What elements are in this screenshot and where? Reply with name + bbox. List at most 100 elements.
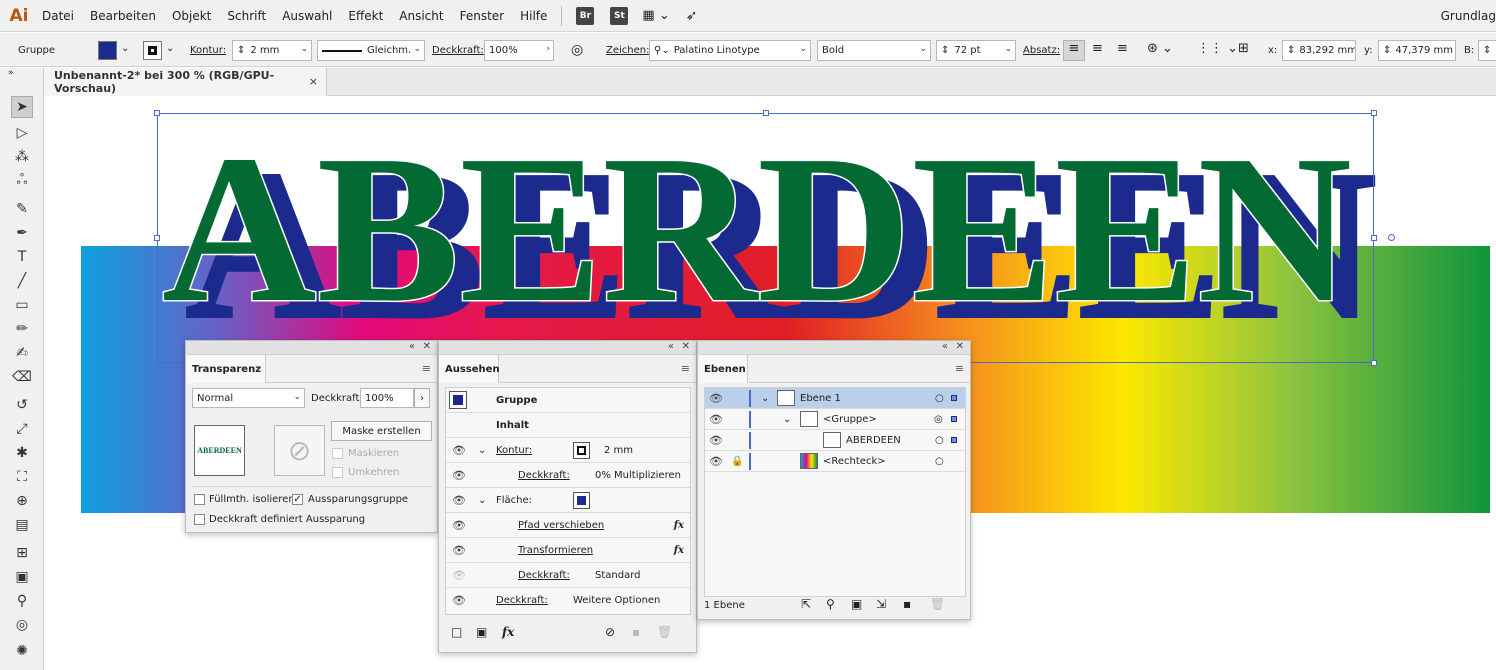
paintbrush-tool-icon[interactable]: ✏ bbox=[11, 318, 33, 340]
menu-auswahl[interactable]: Auswahl bbox=[282, 9, 332, 23]
toolbox-collapse-icon[interactable]: » bbox=[8, 68, 14, 78]
offset-path-effect[interactable]: Pfad verschieben bbox=[518, 520, 604, 531]
close-icon[interactable]: × bbox=[309, 75, 318, 88]
mask-thumbnail[interactable]: ⊘ bbox=[274, 425, 325, 476]
appearance-row-stroke-opacity[interactable]: 👁 Deckkraft: 0% Multiplizieren bbox=[446, 463, 690, 488]
fill-swatch[interactable] bbox=[573, 492, 590, 509]
blend-mode-select[interactable]: Normal ⌄ bbox=[192, 388, 305, 408]
eye-icon[interactable]: 👁 bbox=[452, 469, 466, 482]
tab-transparency[interactable]: Transparenz bbox=[186, 355, 266, 383]
layer-row-ebene-1[interactable]: 👁 ⌄ Ebene 1 ○ bbox=[705, 388, 965, 409]
collapse-icon[interactable]: « bbox=[942, 341, 948, 352]
line-tool-icon[interactable]: ╱ bbox=[11, 270, 33, 292]
close-panel-icon[interactable]: ✕ bbox=[956, 341, 964, 352]
opacity-input[interactable]: 100% › bbox=[484, 40, 554, 61]
absatz-label[interactable]: Absatz: bbox=[1023, 45, 1060, 56]
type-tool-icon[interactable]: T bbox=[11, 246, 33, 268]
eye-icon[interactable]: 👁 bbox=[452, 444, 466, 457]
puppet-warp-tool-icon[interactable]: ✱ bbox=[11, 442, 33, 464]
close-panel-icon[interactable]: ✕ bbox=[423, 341, 431, 352]
mesh-tool-icon[interactable]: ⊞ bbox=[11, 542, 33, 564]
stroke-label[interactable]: Kontur: bbox=[496, 445, 532, 456]
clear-appearance-icon[interactable]: ⊘ bbox=[605, 625, 615, 639]
appearance-row-object[interactable]: Gruppe bbox=[446, 388, 690, 413]
layer-row-rechteck[interactable]: 👁 🔒 <Rechteck> ○ bbox=[705, 451, 965, 472]
chevron-down-icon[interactable]: ⌄ bbox=[761, 393, 769, 404]
symbol-sprayer-tool-icon[interactable]: ✺ bbox=[11, 640, 33, 662]
fill-opacity-label[interactable]: Deckkraft: bbox=[518, 570, 570, 581]
arrange-documents-icon[interactable]: ▦ ⌄ bbox=[642, 8, 669, 23]
workspace-switcher[interactable]: Grundlag bbox=[1441, 9, 1496, 23]
gpu-rocket-icon[interactable]: ➶ bbox=[686, 8, 698, 24]
bridge-button[interactable]: Br bbox=[576, 6, 595, 25]
scale-tool-icon[interactable]: ⤢ bbox=[11, 418, 33, 440]
menu-hilfe[interactable]: Hilfe bbox=[520, 9, 547, 23]
layer-name[interactable]: ABERDEEN bbox=[846, 435, 901, 446]
new-sublayer-icon[interactable]: ⇲ bbox=[876, 597, 886, 611]
curvature-tool-icon[interactable]: ✎ bbox=[11, 198, 33, 220]
export-icon[interactable]: ⇱ bbox=[801, 597, 811, 611]
eyedropper-tool-icon[interactable]: ⚲ bbox=[11, 590, 33, 612]
make-mask-button[interactable]: Maske erstellen bbox=[331, 421, 432, 441]
rotate-tool-icon[interactable]: ↺ bbox=[11, 394, 33, 416]
menu-schrift[interactable]: Schrift bbox=[227, 9, 266, 23]
appearance-row-effect-transform[interactable]: 👁 Transformieren fx bbox=[446, 538, 690, 563]
selection-bounding-box[interactable] bbox=[154, 110, 1395, 366]
eye-icon[interactable]: 👁 bbox=[452, 494, 466, 507]
blend-tool-icon[interactable]: ◎ bbox=[11, 614, 33, 636]
rectangle-tool-icon[interactable]: ▭ bbox=[11, 294, 33, 316]
fx-icon[interactable]: fx bbox=[674, 545, 684, 556]
chevron-down-icon[interactable]: ⌄ bbox=[783, 414, 791, 425]
font-style-select[interactable]: Bold ⌄ bbox=[817, 40, 931, 61]
layer-row-gruppe[interactable]: 👁 ⌄ <Gruppe> ◎ bbox=[705, 409, 965, 430]
appearance-row-fill[interactable]: 👁 ⌄ Fläche: bbox=[446, 488, 690, 513]
gradient-tool-icon[interactable]: ▣ bbox=[11, 566, 33, 588]
target-icon[interactable]: ○ bbox=[935, 435, 944, 446]
stroke-weight-stepper[interactable]: ⇕ 2 mm ⌄ bbox=[232, 40, 312, 61]
magic-wand-tool-icon[interactable]: ⁂ bbox=[11, 146, 33, 168]
layer-row-aberdeen[interactable]: 👁 ABERDEEN ○ bbox=[705, 430, 965, 451]
stock-button[interactable]: St bbox=[610, 6, 629, 25]
fill-label[interactable]: Fläche: bbox=[496, 495, 532, 506]
opacity-knockout-checkbox[interactable] bbox=[194, 514, 205, 525]
align-objects-icon[interactable]: ⋮⋮ ⌄ bbox=[1197, 41, 1238, 56]
close-panel-icon[interactable]: ✕ bbox=[682, 341, 690, 352]
target-icon[interactable]: ○ bbox=[935, 456, 944, 467]
zeichen-label[interactable]: Zeichen: bbox=[606, 45, 649, 56]
font-size-stepper[interactable]: ⇕ 72 pt ⌄ bbox=[936, 40, 1016, 61]
fill-swatch[interactable] bbox=[98, 41, 117, 60]
resize-handle[interactable] bbox=[154, 110, 160, 116]
tab-appearance[interactable]: Aussehen bbox=[439, 355, 500, 383]
chevron-down-icon[interactable]: ⌄ bbox=[166, 43, 174, 54]
appearance-row-stroke[interactable]: 👁 ⌄ Kontur: 2 mm bbox=[446, 438, 690, 463]
fx-icon[interactable]: fx bbox=[674, 520, 684, 531]
panel-menu-icon[interactable]: ≡ bbox=[955, 362, 964, 375]
chevron-down-icon[interactable]: ⌄ bbox=[478, 445, 486, 456]
search-icon[interactable]: ⚲ bbox=[826, 597, 835, 611]
add-fill-icon[interactable]: ▣ bbox=[476, 625, 487, 639]
eye-icon[interactable]: 👁 bbox=[709, 392, 723, 405]
resize-handle[interactable] bbox=[1371, 110, 1377, 116]
align-center-icon[interactable]: ≡ bbox=[1092, 41, 1103, 56]
align-left-icon[interactable]: ≡ bbox=[1063, 40, 1085, 61]
panel-titlebar[interactable]: «✕ bbox=[439, 341, 696, 355]
resize-handle[interactable] bbox=[1371, 235, 1377, 241]
invert-mask-checkbox[interactable] bbox=[332, 467, 343, 478]
eye-icon[interactable]: 👁 bbox=[452, 544, 466, 557]
document-tab[interactable]: Unbenannt-2* bei 300 % (RGB/GPU-Vorschau… bbox=[44, 68, 327, 96]
recolor-icon[interactable]: ◎ bbox=[571, 42, 583, 58]
shaper-tool-icon[interactable]: ✍ bbox=[11, 342, 33, 364]
knockout-group-checkbox[interactable]: ✓ bbox=[292, 494, 303, 505]
object-opacity-label[interactable]: Deckkraft: bbox=[496, 595, 548, 606]
y-position-input[interactable]: ⇕ 47,379 mm bbox=[1378, 40, 1456, 61]
new-layer-icon[interactable]: ▪ bbox=[903, 597, 911, 611]
lock-icon[interactable]: 🔒 bbox=[731, 456, 743, 467]
menu-datei[interactable]: Datei bbox=[42, 9, 74, 23]
stroke-swatch[interactable] bbox=[573, 442, 590, 459]
menu-fenster[interactable]: Fenster bbox=[460, 9, 505, 23]
selection-tool-icon[interactable]: ➤ bbox=[11, 96, 33, 118]
delete-icon[interactable]: 🗑 bbox=[930, 597, 945, 611]
delete-icon[interactable]: 🗑 bbox=[657, 625, 672, 639]
panel-opacity-input[interactable]: 100% bbox=[360, 388, 414, 408]
menu-bearbeiten[interactable]: Bearbeiten bbox=[90, 9, 156, 23]
